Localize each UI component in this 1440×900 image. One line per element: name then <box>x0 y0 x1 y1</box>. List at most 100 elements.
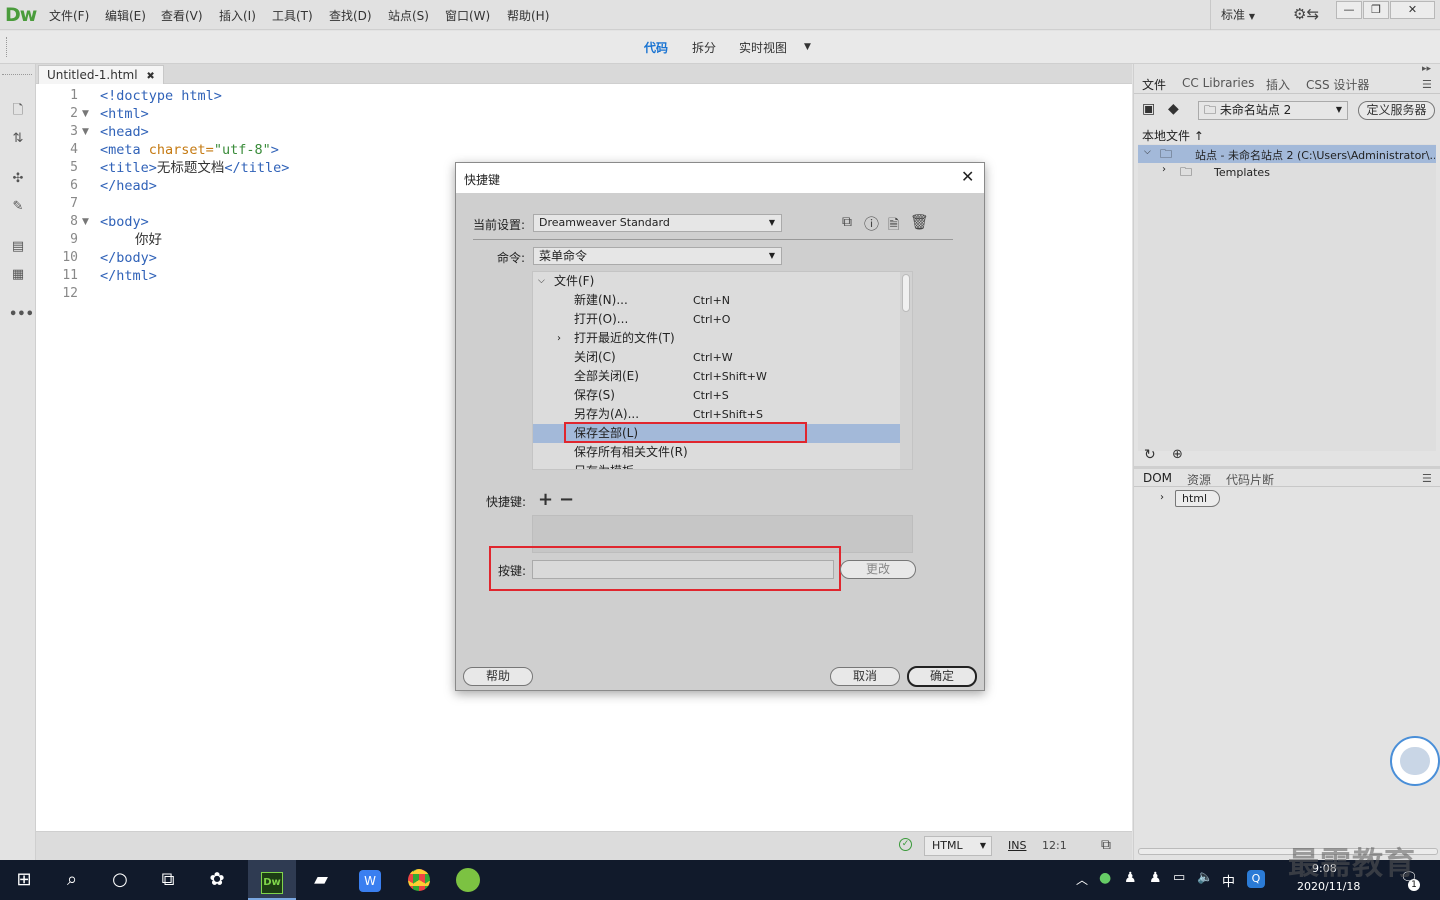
panel-menu-icon[interactable]: ☰ <box>1422 78 1432 91</box>
define-server-button[interactable]: 定义服务器 <box>1358 101 1435 120</box>
list-item[interactable]: 全部关闭(E) Ctrl+Shift+W <box>533 367 900 386</box>
wechat-icon[interactable]: ● <box>1099 870 1111 886</box>
cortana-icon[interactable]: ○ <box>96 860 144 900</box>
expand-icon[interactable]: ✣ <box>9 170 27 188</box>
list-item[interactable]: 保存所有相关文件(R) <box>533 443 900 462</box>
panel-menu-icon[interactable]: ☰ <box>1422 472 1432 485</box>
workspace-switcher[interactable]: 标准 ▼ <box>1221 6 1255 23</box>
gear-sync-icon[interactable]: ⚙⇆ <box>1293 5 1319 23</box>
git-icon[interactable]: ◆ <box>1168 101 1179 117</box>
insert-mode[interactable]: INS <box>1008 839 1026 852</box>
chrome-icon[interactable] <box>395 860 443 900</box>
tab-snippets[interactable]: 代码片断 <box>1226 471 1274 488</box>
list-item[interactable]: 保存(S) Ctrl+S <box>533 386 900 405</box>
local-files-label[interactable]: 本地文件 ↑ <box>1142 127 1204 144</box>
remove-shortcut-button[interactable]: − <box>559 489 574 510</box>
menu-find[interactable]: 查找(D) <box>329 7 372 24</box>
menu-file[interactable]: 文件(F) <box>49 7 89 24</box>
ok-button[interactable]: 确定 <box>907 666 977 687</box>
press-key-input[interactable] <box>532 560 834 579</box>
duplicate-set-icon[interactable]: ⧉ <box>842 214 852 230</box>
assistant-widget[interactable] <box>1390 736 1440 786</box>
comment-icon[interactable]: ▤ <box>9 238 27 256</box>
collapse-icon[interactable]: ▸▸ <box>1422 64 1431 74</box>
fold-toggle-icon[interactable]: ▼ <box>82 123 89 141</box>
list-item[interactable]: 新建(N)... Ctrl+N <box>533 291 900 310</box>
trash-icon[interactable]: 🗑 <box>910 213 929 231</box>
chevron-right-icon[interactable]: › <box>1162 164 1166 175</box>
green-app-icon[interactable] <box>444 860 492 900</box>
notes-app-icon[interactable]: ▰ <box>297 860 345 900</box>
list-item[interactable]: › 打开最近的文件(T) <box>533 329 900 348</box>
menu-help[interactable]: 帮助(H) <box>507 7 549 24</box>
scroll-thumb[interactable] <box>902 274 910 312</box>
live-view-button[interactable]: 实时视图 <box>739 39 787 56</box>
connect-icon[interactable]: ▣ <box>1142 101 1155 117</box>
menu-insert[interactable]: 插入(I) <box>219 7 256 24</box>
windows-start-icon[interactable]: ⊞ <box>0 860 48 900</box>
menu-tools[interactable]: 工具(T) <box>272 7 313 24</box>
network-icon[interactable]: ▭ <box>1173 870 1185 885</box>
search-icon[interactable]: ⌕ <box>48 860 96 900</box>
chevron-down-icon[interactable]: ⌵ <box>1144 147 1151 157</box>
pinwheel-app-icon[interactable]: ✿ <box>193 860 241 900</box>
export-icon[interactable]: 🗎 <box>888 214 899 238</box>
tab-insert[interactable]: 插入 <box>1266 76 1290 93</box>
fold-toggle-icon[interactable]: ▼ <box>82 105 89 123</box>
list-item[interactable]: 关闭(C) Ctrl+W <box>533 348 900 367</box>
list-item[interactable]: ⌵ 文件(F) <box>533 272 900 291</box>
vertical-scrollbar[interactable] <box>900 272 912 469</box>
list-item[interactable]: 打开(O)... Ctrl+O <box>533 310 900 329</box>
dialog-titlebar[interactable]: 快捷键 ✕ <box>456 163 984 193</box>
chevron-down-icon[interactable]: ⌵ <box>538 272 545 291</box>
menu-window[interactable]: 窗口(W) <box>445 7 490 24</box>
chevron-right-icon[interactable]: › <box>557 329 561 348</box>
qq-icon[interactable]: ♟ <box>1149 870 1162 886</box>
sort-icon[interactable]: ⇅ <box>9 130 27 148</box>
format-icon[interactable]: ▦ <box>9 266 27 284</box>
restore-button[interactable]: ❐ <box>1363 1 1389 19</box>
grip-handle[interactable] <box>6 37 8 57</box>
fold-toggle-icon[interactable]: ▼ <box>82 213 89 231</box>
add-shortcut-button[interactable]: + <box>538 489 553 510</box>
globe-icon[interactable]: ⊕ <box>1172 447 1183 462</box>
menu-edit[interactable]: 编辑(E) <box>105 7 146 24</box>
tab-dom[interactable]: DOM <box>1143 471 1172 485</box>
refresh-icon[interactable]: ↻ <box>1144 447 1156 463</box>
app-tray-icon[interactable]: Q <box>1247 870 1265 888</box>
code-view-button[interactable]: 代码 <box>644 39 668 56</box>
close-icon[interactable]: ✖ <box>146 71 154 82</box>
language-select[interactable]: HTML ▼ <box>924 836 992 856</box>
menu-site[interactable]: 站点(S) <box>388 7 429 24</box>
templates-folder-label[interactable]: Templates <box>1214 166 1270 179</box>
setting-select[interactable]: Dreamweaver Standard ▼ <box>533 214 782 232</box>
dreamweaver-taskbar-icon[interactable]: Dw <box>248 860 296 900</box>
minimize-button[interactable]: — <box>1336 1 1362 19</box>
brush-icon[interactable]: ✎ <box>9 198 27 216</box>
split-view-button[interactable]: 拆分 <box>692 39 716 56</box>
file-icon[interactable]: 🗋 <box>9 102 27 120</box>
dom-node-html[interactable]: html <box>1175 490 1221 507</box>
site-select[interactable]: 🗀 未命名站点 2 ▼ <box>1198 101 1348 120</box>
tab-files[interactable]: 文件 <box>1142 76 1166 93</box>
command-select[interactable]: 菜单命令 ▼ <box>533 247 782 265</box>
close-icon[interactable]: ✕ <box>961 167 974 186</box>
volume-icon[interactable]: 🔈 <box>1197 870 1213 885</box>
info-icon[interactable]: ⓘ <box>864 213 879 234</box>
task-view-icon[interactable]: ⧉ <box>144 860 192 900</box>
chevron-right-icon[interactable]: › <box>1160 492 1164 503</box>
tab-cc-libraries[interactable]: CC Libraries <box>1182 76 1254 90</box>
wps-app-icon[interactable]: W <box>346 860 394 900</box>
list-item[interactable]: 另存为模板... <box>533 462 900 469</box>
close-window-button[interactable]: ✕ <box>1390 1 1435 19</box>
cancel-button[interactable]: 取消 <box>830 667 900 686</box>
tab-css-designer[interactable]: CSS 设计器 <box>1306 76 1369 93</box>
tab-assets[interactable]: 资源 <box>1187 471 1211 488</box>
preview-icon[interactable]: ⧉ <box>1101 837 1111 853</box>
help-button[interactable]: 帮助 <box>463 667 533 686</box>
menu-view[interactable]: 查看(V) <box>161 7 203 24</box>
ime-indicator[interactable]: 中 <box>1222 871 1235 890</box>
more-icon[interactable]: ••• <box>9 306 34 324</box>
qq-icon[interactable]: ♟ <box>1124 870 1137 886</box>
chevron-down-icon[interactable]: ▼ <box>804 42 811 52</box>
